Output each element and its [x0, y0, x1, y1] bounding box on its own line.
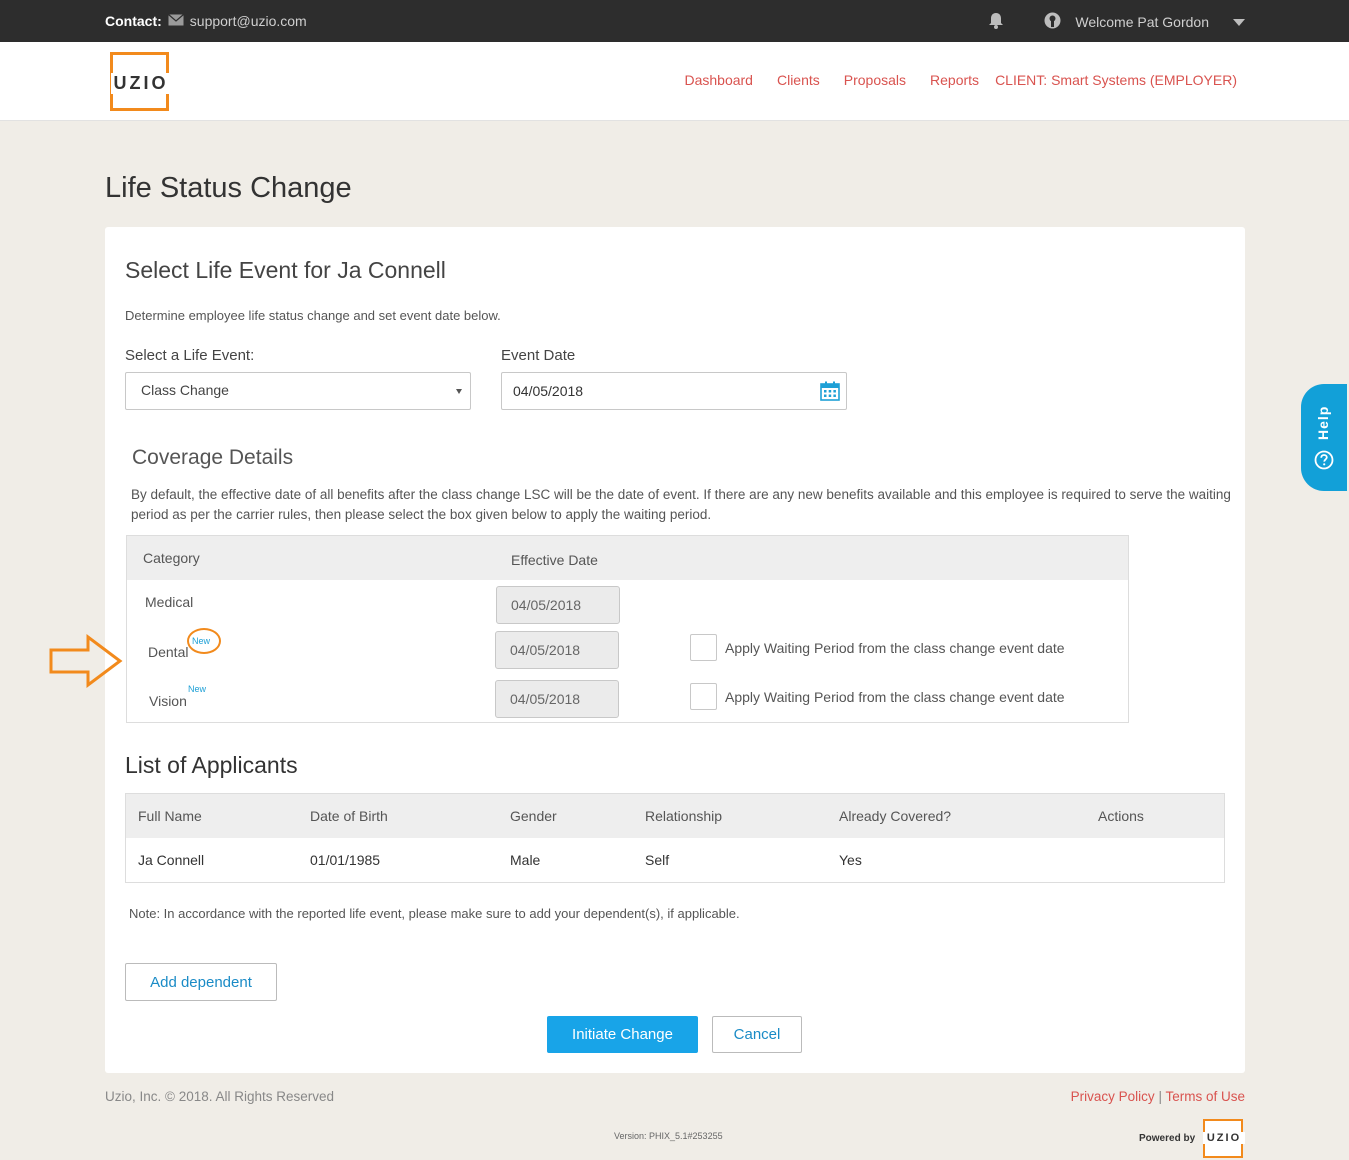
applicant-covered: Yes	[839, 852, 862, 868]
col-dob: Date of Birth	[310, 808, 388, 824]
nav-dashboard[interactable]: Dashboard	[684, 72, 753, 88]
copyright: Uzio, Inc. © 2018. All Rights Reserved	[105, 1089, 335, 1104]
life-event-label: Select a Life Event:	[125, 347, 255, 364]
col-actions: Actions	[1098, 808, 1144, 824]
annotation-arrow-icon	[49, 634, 123, 688]
applicant-dob: 01/01/1985	[310, 852, 381, 868]
footer-separator: |	[1158, 1089, 1162, 1104]
terms-of-use-link[interactable]: Terms of Use	[1165, 1089, 1245, 1104]
contact-label: Contact:	[105, 13, 162, 29]
help-label: Help	[1315, 405, 1331, 440]
applicants-title: List of Applicants	[125, 752, 298, 778]
col-relationship: Relationship	[645, 808, 723, 824]
dental-waiting-label: Apply Waiting Period from the class chan…	[725, 640, 1065, 656]
coverage-category-medical: Medical	[145, 594, 194, 610]
coverage-category-vision: Vision	[149, 693, 187, 709]
powered-by-label: Powered by	[1139, 1133, 1196, 1144]
logo-text: UZIO	[111, 73, 171, 94]
footer-links: Privacy Policy | Terms of Use	[1071, 1089, 1245, 1104]
coverage-title: Coverage Details	[132, 446, 294, 469]
vision-waiting-checkbox[interactable]	[690, 683, 717, 710]
applicant-full-name: Ja Connell	[138, 852, 205, 868]
initiate-change-button[interactable]: Initiate Change	[547, 1016, 698, 1053]
table-row: Ja Connell 01/01/1985 Male Self Yes	[126, 838, 1224, 882]
nav-reports[interactable]: Reports	[930, 72, 979, 88]
event-date-input[interactable]: 04/05/2018	[501, 372, 847, 410]
col-effective-date: Effective Date	[511, 552, 598, 568]
life-event-select[interactable]: Class Change	[125, 372, 471, 410]
powered-by-logo: UZIO	[1203, 1119, 1245, 1158]
applicants-note: Note: In accordance with the reported li…	[129, 906, 740, 921]
welcome-user[interactable]: Welcome Pat Gordon	[1075, 14, 1209, 30]
nav-clients[interactable]: Clients	[777, 72, 820, 88]
user-avatar-icon	[1044, 12, 1061, 32]
powered-logo-text: UZIO	[1203, 1132, 1245, 1144]
version-info: Version: PHIX_5.1#253255	[614, 1131, 723, 1141]
new-badge-vision: New	[188, 684, 207, 694]
privacy-policy-link[interactable]: Privacy Policy	[1071, 1089, 1155, 1104]
page-title: Life Status Change	[105, 172, 352, 204]
new-badge-dental: New	[192, 636, 211, 646]
event-date-label: Event Date	[501, 347, 576, 364]
main-nav: UZIO Dashboard Clients Proposals Reports…	[0, 42, 1349, 121]
col-category: Category	[143, 550, 200, 566]
coverage-category-dental: Dental	[148, 644, 189, 660]
user-area: Welcome Pat Gordon	[988, 12, 1245, 32]
life-event-card: Select Life Event for Ja Connell Determi…	[105, 227, 1245, 1073]
dental-effective-date: 04/05/2018	[495, 631, 619, 669]
coverage-table: Category Effective Date Medical 04/05/20…	[126, 535, 1129, 723]
col-gender: Gender	[510, 808, 557, 824]
question-circle-icon	[1314, 450, 1334, 475]
mail-icon	[167, 13, 184, 29]
help-tab[interactable]: Help	[1301, 384, 1347, 491]
coverage-description: By default, the effective date of all be…	[131, 487, 1231, 522]
add-dependent-button[interactable]: Add dependent	[125, 963, 277, 1001]
nav-links: Dashboard Clients Proposals Reports CLIE…	[684, 72, 1237, 88]
dental-waiting-checkbox[interactable]	[690, 634, 717, 661]
nav-client-context[interactable]: CLIENT: Smart Systems (EMPLOYER)	[995, 72, 1237, 88]
contact-email-link[interactable]: support@uzio.com	[190, 13, 307, 29]
bell-icon[interactable]	[988, 12, 1004, 32]
event-intro: Determine employee life status change an…	[125, 308, 501, 323]
col-full-name: Full Name	[138, 808, 202, 824]
nav-proposals[interactable]: Proposals	[844, 72, 906, 88]
uzio-logo[interactable]: UZIO	[110, 52, 171, 111]
chevron-down-icon[interactable]	[1233, 14, 1245, 30]
coverage-table-header: Category Effective Date	[127, 536, 1128, 580]
calendar-icon[interactable]	[820, 381, 840, 404]
applicant-gender: Male	[510, 852, 541, 868]
life-event-value: Class Change	[141, 382, 229, 398]
vision-effective-date: 04/05/2018	[495, 680, 619, 718]
applicant-relationship: Self	[645, 852, 670, 868]
applicants-table-header: Full Name Date of Birth Gender Relations…	[126, 794, 1224, 838]
applicants-table: Full Name Date of Birth Gender Relations…	[125, 793, 1225, 883]
event-heading: Select Life Event for Ja Connell	[125, 257, 446, 283]
vision-waiting-label: Apply Waiting Period from the class chan…	[725, 689, 1065, 705]
cancel-button[interactable]: Cancel	[712, 1016, 802, 1053]
contact-info: Contact: support@uzio.com	[105, 13, 307, 29]
event-date-value: 04/05/2018	[513, 383, 584, 399]
medical-effective-date: 04/05/2018	[496, 586, 620, 624]
col-already-covered: Already Covered?	[839, 808, 952, 824]
top-bar: Contact: support@uzio.com Welcome Pat Go…	[0, 0, 1349, 42]
caret-down-icon	[456, 389, 462, 394]
